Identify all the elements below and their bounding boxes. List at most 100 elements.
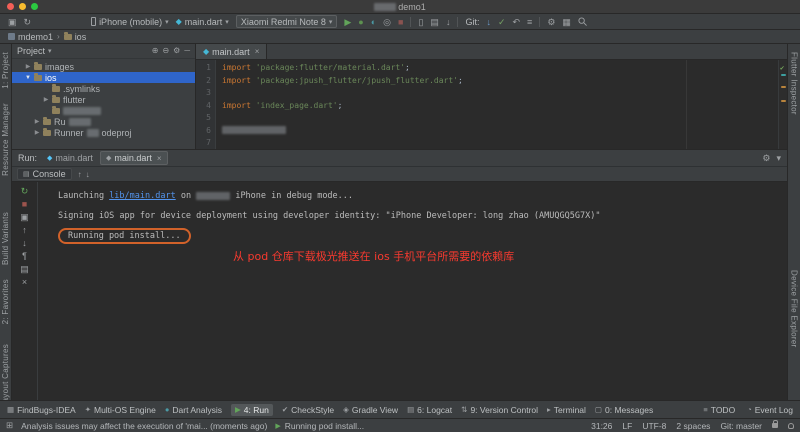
debug-icon[interactable]: ●	[358, 17, 363, 27]
hide-panel-icon[interactable]: ─	[184, 47, 190, 55]
status-message[interactable]: Analysis issues may affect the execution…	[21, 421, 267, 431]
toolwindow-button-4-run[interactable]: ▶ 4: Run	[231, 403, 273, 416]
error-stripe[interactable]: ✔	[778, 60, 787, 149]
close-icon[interactable]: ×	[255, 47, 260, 56]
stripe-mark[interactable]	[781, 100, 786, 102]
tree-item-images[interactable]: ▶ images	[12, 61, 195, 72]
up-trace-icon[interactable]: ↑	[22, 225, 27, 235]
minimize-window-button[interactable]	[19, 3, 26, 10]
toolwindow-button-dart-analysis[interactable]: ● Dart Analysis	[165, 405, 222, 415]
toolwindow-button-checkstyle[interactable]: ✔ CheckStyle	[282, 405, 334, 415]
device-selector[interactable]: iPhone (mobile) ▾	[91, 17, 169, 27]
hide-panel-icon[interactable]: ▾	[776, 153, 781, 164]
toolwindow-button-0-messages[interactable]: ▢ 0: Messages	[595, 405, 653, 415]
scroll-up-icon[interactable]: ↑	[78, 170, 82, 179]
toolwindow-button-multi-os-engine[interactable]: ✦ Multi-OS Engine	[85, 405, 156, 415]
tree-item-runner[interactable]: ▶ Runner odeproj	[12, 127, 195, 138]
chevron-icon: ▶	[43, 97, 49, 103]
console-output[interactable]: Launching lib/main.dart on iPhone in deb…	[38, 182, 787, 400]
toolwindow-button-6-logcat[interactable]: ▤ 6: Logcat	[407, 405, 452, 415]
toolwindow-button-gradle-view[interactable]: ◈ Gradle View	[343, 405, 398, 415]
stripe-button-layout-captures[interactable]: Layout Captures	[1, 344, 10, 400]
tree-item-label: Ru	[54, 116, 66, 127]
settings-icon[interactable]: ⚙	[762, 153, 770, 164]
encoding-widget[interactable]: UTF-8	[642, 421, 666, 431]
device-manager-icon[interactable]: ▯	[418, 17, 423, 27]
stripe-button-build-variants[interactable]: Build Variants	[1, 212, 10, 265]
expand-all-icon[interactable]: ⊕	[152, 47, 159, 55]
center-area: Project ▾ ⊕ ⊖ ⚙ ─ ▶ images ▼ ios .symlinks ▶ flut…	[11, 44, 788, 400]
clear-console-icon[interactable]: ×	[22, 277, 27, 287]
breadcrumb-project[interactable]: mdemo1	[8, 32, 53, 42]
code-token: 'package:flutter/material.dart'	[255, 63, 406, 72]
console-link[interactable]: lib/main.dart	[109, 191, 176, 201]
zoom-window-button[interactable]	[31, 3, 38, 10]
close-window-button[interactable]	[7, 3, 14, 10]
settings-icon[interactable]: ⚙	[173, 47, 180, 55]
avd-manager-icon[interactable]: ▤	[430, 17, 439, 27]
search-icon[interactable]	[578, 17, 587, 26]
git-history-icon[interactable]: ≡	[527, 17, 532, 27]
toolwindow-button-findbugs-idea[interactable]: ▦ FindBugs-IDEA	[7, 405, 76, 415]
git-rollback-icon[interactable]: ↶	[513, 17, 521, 27]
run-tab-main-dart-0[interactable]: ◆ main.dart	[42, 151, 98, 165]
line-separator-widget[interactable]: LF	[622, 421, 632, 431]
down-trace-icon[interactable]: ↓	[22, 238, 27, 248]
code-area[interactable]: 1 2 3 4 5 6 7 import 'package:flutter/material…	[196, 60, 787, 149]
main-area: Project ▾ ⊕ ⊖ ⚙ ─ ▶ images ▼ ios .symlinks ▶ flut…	[12, 44, 787, 150]
sync-project-icon[interactable]: ↻	[24, 17, 32, 27]
restore-layout-icon[interactable]: ▣	[20, 212, 29, 222]
stop-icon[interactable]: ■	[22, 199, 27, 209]
stripe-button-1-project[interactable]: 1: Project	[1, 52, 10, 89]
toolwindow-button-todo[interactable]: ≡ TODO	[703, 405, 735, 415]
stripe-button-2-favorites[interactable]: 2: Favorites	[1, 279, 10, 324]
tree-item-ru[interactable]: ▶ Ru	[12, 116, 195, 127]
toolwindow-button-terminal[interactable]: ▸ Terminal	[547, 405, 586, 415]
target-device-selector[interactable]: Xiaomi Redmi Note 8 ▾	[235, 15, 338, 28]
soft-wrap-icon[interactable]: ¶	[22, 251, 27, 261]
readonly-lock-icon[interactable]	[772, 420, 778, 428]
tree-item-redacted[interactable]	[12, 105, 195, 116]
stripe-mark[interactable]	[781, 74, 786, 76]
project-view-selector[interactable]: Project	[17, 46, 45, 56]
toolwindow-button-9-version-control[interactable]: ⇅ 9: Version Control	[461, 405, 538, 415]
console-tab[interactable]: ▤ Console	[17, 168, 72, 180]
stripe-button-resource-manager[interactable]: Resource Manager	[1, 103, 10, 176]
profile-icon[interactable]: ◐	[371, 17, 376, 27]
stripe-button-device-file-explorer[interactable]: Device File Explorer	[790, 270, 799, 348]
rerun-icon[interactable]: ↻	[21, 186, 29, 196]
git-commit-icon[interactable]: ✓	[498, 17, 506, 27]
breadcrumb-folder[interactable]: ios	[63, 32, 86, 42]
git-update-icon[interactable]: ↓	[486, 17, 491, 27]
run-tab-main-dart-1[interactable]: ◆ main.dart ×	[99, 151, 168, 165]
console-header: ▤ Console ↑ ↓	[12, 167, 787, 182]
editor-tab-main-dart[interactable]: ◆ main.dart ×	[196, 44, 268, 59]
attach-debugger-icon[interactable]: ◎	[383, 17, 391, 27]
tree-item-ios[interactable]: ▼ ios	[12, 72, 195, 83]
collapse-all-icon[interactable]: ⊖	[162, 47, 169, 55]
project-structure-icon[interactable]: ▦	[562, 17, 571, 27]
settings-icon[interactable]: ⚙	[547, 17, 555, 27]
indent-widget[interactable]: 2 spaces	[676, 421, 710, 431]
run-config-selector[interactable]: ◆ main.dart ▾	[176, 17, 229, 27]
sdk-manager-icon[interactable]: ↓	[446, 17, 451, 27]
print-icon[interactable]: ▤	[20, 264, 29, 274]
save-all-icon[interactable]: ▣	[8, 17, 17, 27]
folder-icon	[43, 117, 51, 125]
stripe-mark[interactable]	[781, 86, 786, 88]
close-icon[interactable]: ×	[157, 154, 162, 163]
stop-icon[interactable]: ■	[398, 17, 403, 27]
notifications-icon[interactable]	[788, 422, 794, 429]
caret-position-widget[interactable]: 31:26	[591, 421, 612, 431]
tree-item-symlinks[interactable]: .symlinks	[12, 83, 195, 94]
stripe-button-flutter-inspector[interactable]: Flutter Inspector	[790, 52, 799, 115]
console-text: Signing iOS app for device deployment us…	[58, 211, 601, 221]
background-task[interactable]: ▶ Running pod install...	[275, 421, 364, 431]
run-icon[interactable]: ▶	[344, 17, 351, 27]
git-branch-widget[interactable]: Git: master	[720, 421, 762, 431]
scroll-down-icon[interactable]: ↓	[86, 170, 90, 179]
tool-window-switcher-icon[interactable]: ⊞	[6, 420, 13, 431]
tree-item-flutter[interactable]: ▶ flutter	[12, 94, 195, 105]
toolwindow-button-event-log[interactable]: ◔ Event Log	[747, 405, 793, 415]
